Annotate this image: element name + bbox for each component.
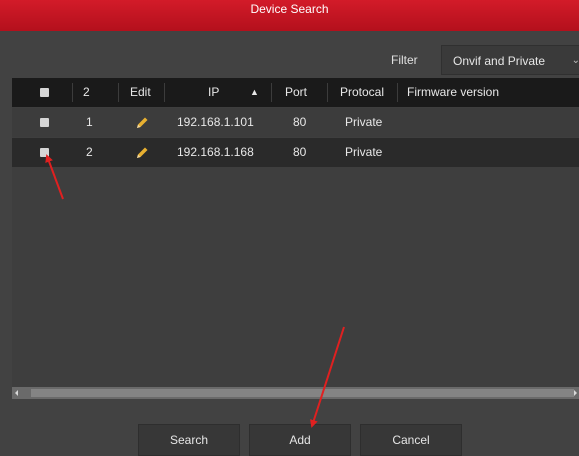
header-count: 2 xyxy=(83,85,90,99)
header-divider xyxy=(271,83,272,102)
filter-select-value: Onvif and Private xyxy=(453,54,546,68)
table-row[interactable]: 1 192.168.1.101 80 Private xyxy=(12,108,579,137)
row-checkbox[interactable] xyxy=(40,148,49,157)
header-divider xyxy=(72,83,73,102)
add-button[interactable]: Add xyxy=(249,424,351,456)
row-ip: 192.168.1.168 xyxy=(177,145,254,159)
select-all-checkbox[interactable] xyxy=(40,88,49,97)
pencil-icon[interactable] xyxy=(134,115,150,131)
header-firmware: Firmware version xyxy=(407,85,500,99)
filter-row: Filter Onvif and Private ⌄ xyxy=(0,41,579,75)
pencil-icon[interactable] xyxy=(134,145,150,161)
scrollbar-thumb[interactable] xyxy=(31,389,574,397)
filter-select[interactable]: Onvif and Private ⌄ xyxy=(441,45,579,75)
device-table: 2 Edit IP ▲ Port Protocal Firmware versi… xyxy=(12,78,579,398)
header-divider xyxy=(164,83,165,102)
row-checkbox[interactable] xyxy=(40,118,49,127)
arrow-left-icon[interactable] xyxy=(15,390,18,396)
header-edit: Edit xyxy=(130,85,151,99)
row-protocol: Private xyxy=(345,115,383,129)
search-button[interactable]: Search xyxy=(138,424,240,456)
row-protocol: Private xyxy=(345,145,383,159)
row-ip: 192.168.1.101 xyxy=(177,115,254,129)
row-index: 2 xyxy=(86,145,93,159)
table-header: 2 Edit IP ▲ Port Protocal Firmware versi… xyxy=(12,78,579,107)
sort-ascending-icon[interactable]: ▲ xyxy=(250,78,259,107)
header-ip[interactable]: IP xyxy=(208,78,219,107)
header-divider xyxy=(327,83,328,102)
filter-label: Filter xyxy=(391,53,418,67)
header-divider xyxy=(397,83,398,102)
row-port: 80 xyxy=(293,115,307,129)
device-search-dialog: Device Search Filter Onvif and Private ⌄… xyxy=(0,0,579,456)
dialog-title: Device Search xyxy=(250,2,329,16)
table-row[interactable]: 2 192.168.1.168 80 Private xyxy=(12,138,579,167)
header-port: Port xyxy=(285,85,308,99)
row-port: 80 xyxy=(293,145,307,159)
row-index: 1 xyxy=(86,115,93,129)
header-divider xyxy=(118,83,119,102)
horizontal-scrollbar[interactable] xyxy=(12,387,579,399)
header-protocol: Protocal xyxy=(340,85,385,99)
title-bar: Device Search xyxy=(0,0,579,31)
cancel-button[interactable]: Cancel xyxy=(360,424,462,456)
chevron-down-icon: ⌄ xyxy=(571,55,579,66)
arrow-right-icon[interactable] xyxy=(574,390,577,396)
